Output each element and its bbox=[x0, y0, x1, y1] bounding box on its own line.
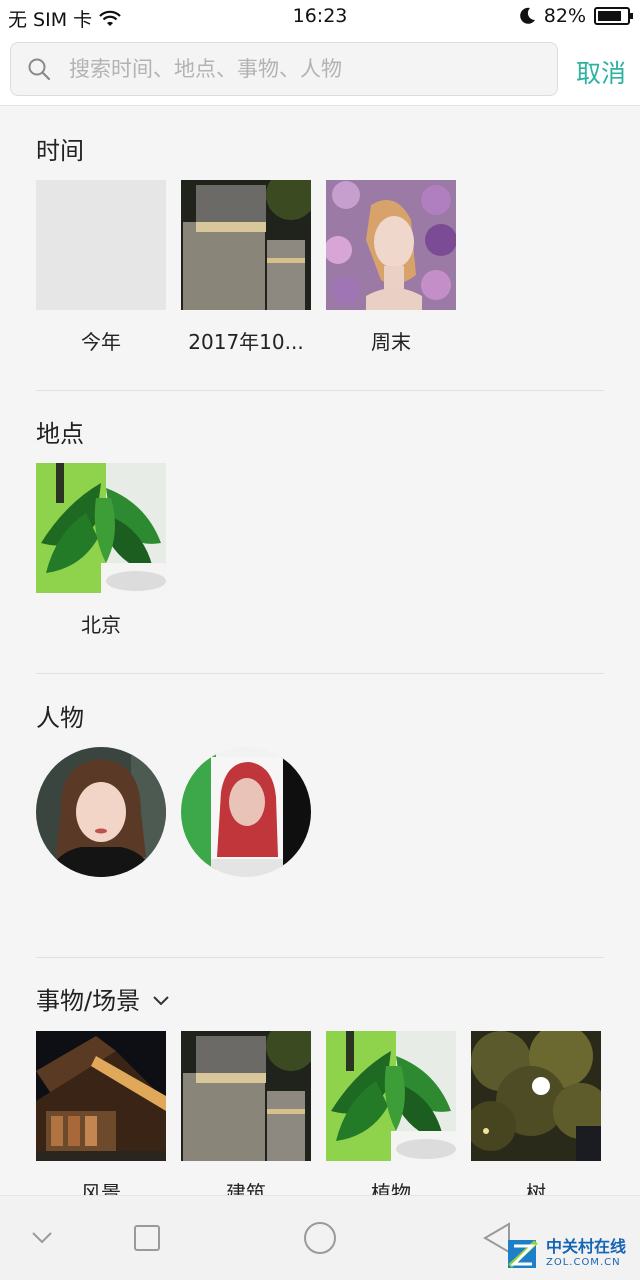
album-trees[interactable]: 树 bbox=[471, 1031, 601, 1206]
zol-watermark: 中关村在线 ZOL.COM.CN bbox=[506, 1236, 626, 1270]
circle-icon bbox=[304, 1222, 336, 1254]
search-input[interactable] bbox=[67, 56, 537, 82]
moon-icon bbox=[519, 7, 535, 24]
battery-percent: 82% bbox=[543, 5, 586, 27]
divider bbox=[36, 673, 604, 674]
portrait-flowers-photo-icon bbox=[326, 180, 456, 310]
photo-face-icon[interactable] bbox=[181, 747, 311, 877]
album-plants[interactable]: 植物 bbox=[326, 1031, 456, 1206]
tree-night-photo-icon bbox=[471, 1031, 601, 1161]
people-thumbnails bbox=[36, 747, 311, 877]
battery-fill bbox=[598, 11, 621, 21]
battery-icon bbox=[594, 7, 633, 25]
things-thumbnails: 风景 建筑 植物 树 bbox=[36, 1031, 601, 1206]
watermark-main-text: 中关村在线 bbox=[545, 1236, 626, 1256]
plant-photo-icon bbox=[36, 463, 166, 593]
search-icon bbox=[11, 42, 67, 96]
section-title-things-label: 事物/场景 bbox=[36, 987, 141, 1015]
street-night-photo-icon bbox=[36, 1031, 166, 1161]
album-this-year[interactable]: 今年 bbox=[36, 180, 166, 355]
navigation-bar: 中关村在线 ZOL.COM.CN bbox=[0, 1195, 640, 1280]
cancel-button[interactable]: 取消 bbox=[576, 54, 626, 90]
search-box[interactable] bbox=[10, 42, 558, 96]
watermark-sub-text: ZOL.COM.CN bbox=[545, 1256, 621, 1268]
chevron-down-icon bbox=[153, 996, 169, 1006]
blank-thumbnail-icon bbox=[36, 180, 166, 310]
place-thumbnails: 北京 bbox=[36, 463, 166, 638]
home-button[interactable] bbox=[298, 1216, 342, 1260]
chevron-down-icon bbox=[32, 1232, 52, 1244]
building-photo-icon bbox=[181, 180, 311, 310]
section-title-time: 时间 bbox=[36, 137, 84, 165]
woman-face-icon[interactable] bbox=[36, 747, 166, 877]
album-label: 周末 bbox=[371, 330, 411, 354]
section-title-things[interactable]: 事物/场景 bbox=[36, 984, 604, 1018]
plant-photo-icon bbox=[326, 1031, 456, 1161]
status-bar: 无 SIM 卡 16:23 82% bbox=[0, 0, 640, 34]
things-section: 事物/场景 bbox=[36, 984, 604, 1018]
album-label: 今年 bbox=[81, 330, 121, 354]
people-section: 人物 bbox=[36, 701, 604, 735]
time-section: 时间 bbox=[36, 134, 604, 168]
album-2017-oct[interactable]: 2017年10... bbox=[181, 180, 311, 355]
album-weekend[interactable]: 周末 bbox=[326, 180, 456, 355]
building-photo-icon bbox=[181, 1031, 311, 1161]
search-header: 取消 bbox=[0, 34, 640, 106]
album-label: 北京 bbox=[81, 613, 121, 637]
divider bbox=[36, 390, 604, 391]
section-title-people: 人物 bbox=[36, 704, 84, 732]
square-icon bbox=[134, 1225, 160, 1251]
divider bbox=[36, 957, 604, 958]
album-label: 2017年10... bbox=[188, 330, 304, 354]
album-scenery[interactable]: 风景 bbox=[36, 1031, 166, 1206]
time-thumbnails: 今年 2017年10... 周末 bbox=[36, 180, 456, 355]
album-beijing[interactable]: 北京 bbox=[36, 463, 166, 638]
recents-button[interactable] bbox=[125, 1216, 169, 1260]
zol-logo-icon bbox=[507, 1240, 538, 1268]
place-section: 地点 bbox=[36, 417, 604, 451]
album-architecture[interactable]: 建筑 bbox=[181, 1031, 311, 1206]
collapse-nav-button[interactable] bbox=[20, 1216, 64, 1260]
status-right: 82% bbox=[518, 5, 633, 27]
section-title-place: 地点 bbox=[36, 420, 84, 448]
